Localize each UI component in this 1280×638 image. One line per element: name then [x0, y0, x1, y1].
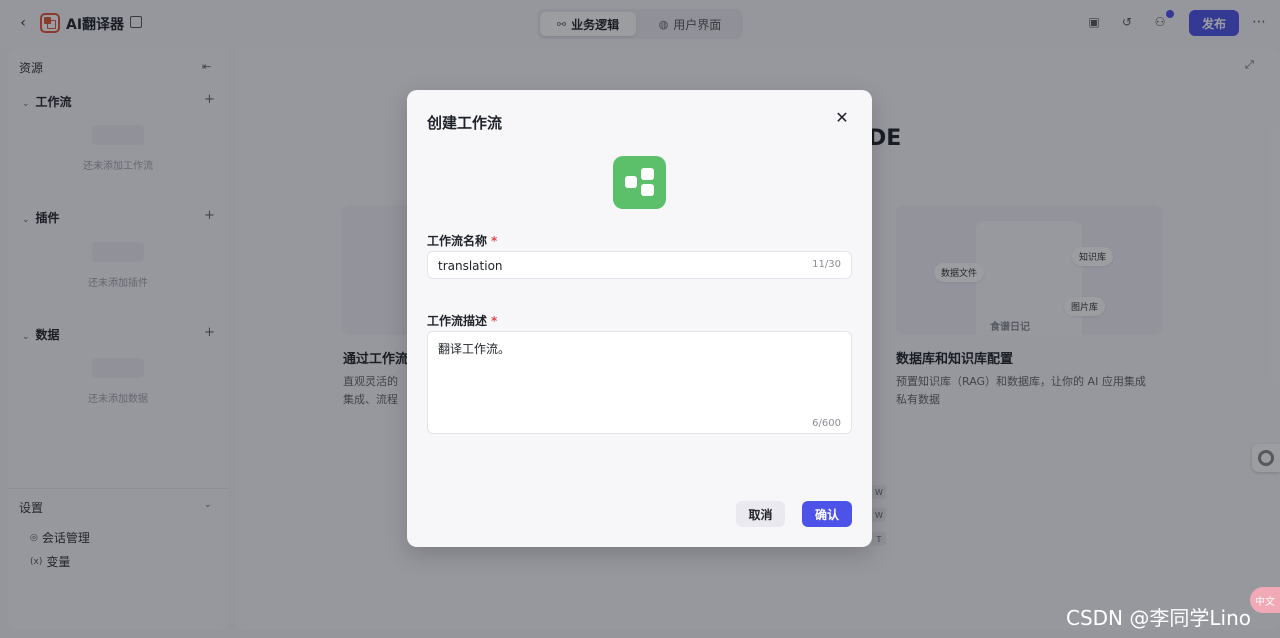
- watermark: CSDN @李同学Lino: [1066, 606, 1251, 630]
- workflow-icon-node: [641, 168, 654, 180]
- desc-char-counter: 6/600: [812, 418, 841, 429]
- language-badge[interactable]: 中文: [1250, 587, 1280, 613]
- workflow-icon[interactable]: [613, 156, 666, 209]
- workflow-icon-node: [625, 176, 637, 188]
- workflow-icon-node: [641, 184, 654, 196]
- workflow-name-input[interactable]: [438, 256, 798, 276]
- dialog-title: 创建工作流: [427, 114, 503, 132]
- name-char-counter: 11/30: [812, 259, 841, 270]
- workflow-name-label: 工作流名称 *: [427, 232, 497, 249]
- workflow-name-field[interactable]: 11/30: [427, 251, 852, 279]
- workflow-desc-field[interactable]: 翻译工作流。 6/600: [427, 331, 852, 434]
- workflow-desc-label: 工作流描述 *: [427, 312, 497, 329]
- confirm-button[interactable]: 确认: [802, 501, 852, 527]
- label-text: 工作流名称: [427, 234, 488, 248]
- label-text: 工作流描述: [427, 314, 488, 328]
- create-workflow-dialog: 创建工作流 ✕ 工作流名称* 11/30 工作流描述* 翻译工作流。 6/600…: [407, 90, 872, 547]
- required-mark: *: [491, 234, 498, 248]
- workflow-desc-textarea[interactable]: 翻译工作流。: [438, 340, 838, 410]
- required-mark: *: [491, 314, 498, 328]
- cancel-button[interactable]: 取消: [736, 501, 785, 527]
- close-icon[interactable]: ✕: [834, 110, 850, 126]
